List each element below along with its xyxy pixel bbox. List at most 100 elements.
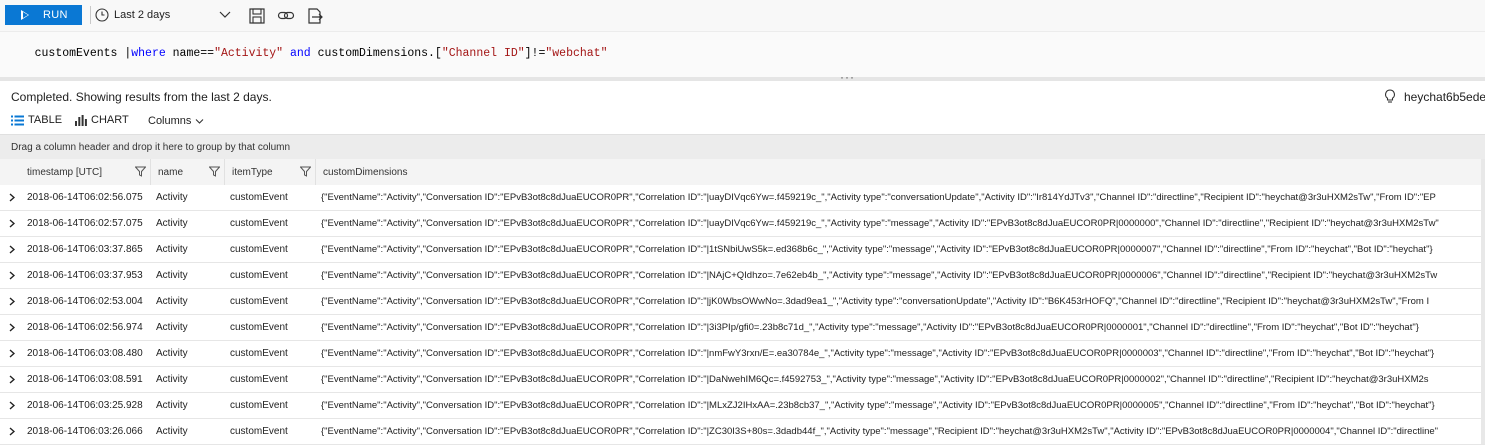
chevron-right-icon[interactable] [9, 297, 15, 306]
cell-name: Activity [156, 218, 188, 229]
run-button[interactable]: RUN [5, 5, 82, 25]
cell-itemtype: customEvent [230, 374, 288, 385]
chevron-right-icon[interactable] [9, 401, 15, 410]
column-header-customdimensions[interactable]: customDimensions [316, 159, 1485, 185]
table-row[interactable]: 2018-06-14T06:03:25.928 Activity customE… [0, 393, 1485, 419]
chevron-down-icon [219, 11, 231, 18]
bar-chart-icon [75, 114, 87, 126]
query-token: customDimensions.[ [310, 47, 442, 60]
table-row[interactable]: 2018-06-14T06:02:56.974 Activity customE… [0, 315, 1485, 341]
table-row[interactable]: 2018-06-14T06:03:08.591 Activity customE… [0, 367, 1485, 393]
column-header-label: timestamp [UTC] [27, 166, 103, 178]
chevron-right-icon[interactable] [9, 375, 15, 384]
column-header-label: customDimensions [323, 166, 408, 178]
resource-name: heychat6b5ede [1404, 89, 1485, 104]
run-button-label: RUN [43, 9, 68, 21]
column-header-itemtype[interactable]: itemType [225, 159, 316, 185]
tab-table-label: TABLE [28, 114, 63, 126]
cell-customdimensions: {"EventName":"Activity","Conversation ID… [321, 244, 1433, 255]
query-string: "webchat" [545, 47, 608, 60]
query-token: customEvents | [34, 47, 132, 60]
cell-itemtype: customEvent [230, 322, 288, 333]
time-range-value: Last 2 days [114, 9, 171, 21]
cell-customdimensions: {"EventName":"Activity","Conversation ID… [321, 400, 1435, 411]
cell-name: Activity [156, 400, 188, 411]
chevron-right-icon[interactable] [9, 219, 15, 228]
cell-customdimensions: {"EventName":"Activity","Conversation ID… [321, 426, 1439, 437]
chevron-right-icon[interactable] [9, 427, 15, 436]
editor-resize-splitter[interactable] [0, 77, 1485, 81]
play-icon [21, 10, 29, 20]
clock-icon [95, 8, 109, 22]
query-token [283, 47, 290, 60]
filter-icon[interactable] [209, 166, 220, 177]
cell-itemtype: customEvent [230, 270, 288, 281]
chevron-right-icon[interactable] [9, 349, 15, 358]
cell-itemtype: customEvent [230, 218, 288, 229]
column-header-label: itemType [232, 166, 273, 178]
cell-timestamp: 2018-06-14T06:03:08.480 [27, 348, 143, 359]
table-row[interactable]: 2018-06-14T06:02:57.075 Activity customE… [0, 211, 1485, 237]
cell-timestamp: 2018-06-14T06:02:56.075 [27, 192, 143, 203]
cell-timestamp: 2018-06-14T06:02:56.974 [27, 322, 143, 333]
table-row[interactable]: 2018-06-14T06:03:08.480 Activity customE… [0, 341, 1485, 367]
chevron-right-icon[interactable] [9, 271, 15, 280]
resource-indicator[interactable]: heychat6b5ede [1384, 89, 1485, 104]
query-keyword: where [131, 47, 166, 60]
cell-customdimensions: {"EventName":"Activity","Conversation ID… [321, 218, 1439, 229]
chevron-right-icon[interactable] [9, 193, 15, 202]
cell-itemtype: customEvent [230, 400, 288, 411]
table-row[interactable]: 2018-06-14T06:03:26.066 Activity customE… [0, 419, 1485, 445]
cell-timestamp: 2018-06-14T06:02:57.075 [27, 218, 143, 229]
query-keyword: and [289, 47, 311, 60]
link-icon[interactable] [277, 7, 295, 25]
cell-name: Activity [156, 192, 188, 203]
table-icon [11, 115, 24, 125]
group-by-drop-zone[interactable]: Drag a column header and drop it here to… [0, 134, 1485, 160]
cell-timestamp: 2018-06-14T06:02:53.004 [27, 296, 143, 307]
cell-customdimensions: {"EventName":"Activity","Conversation ID… [321, 374, 1429, 385]
lightbulb-icon [1385, 89, 1395, 103]
save-icon[interactable] [248, 7, 266, 25]
query-editor[interactable]: customEvents |where name=="Activity" and… [0, 31, 1485, 78]
table-row[interactable]: 2018-06-14T06:03:37.953 Activity customE… [0, 263, 1485, 289]
table-row[interactable]: 2018-06-14T06:03:37.865 Activity customE… [0, 237, 1485, 263]
column-header-name[interactable]: name [151, 159, 225, 185]
cell-timestamp: 2018-06-14T06:03:25.928 [27, 400, 143, 411]
query-text[interactable]: customEvents |where name=="Activity" and… [7, 34, 608, 73]
query-token: ]!= [524, 47, 546, 60]
columns-dropdown[interactable]: Columns [148, 115, 204, 127]
column-header-timestamp[interactable]: timestamp [UTC] [20, 159, 151, 185]
tab-table[interactable]: TABLE [11, 114, 62, 126]
cell-itemtype: customEvent [230, 296, 288, 307]
resize-grip-icon[interactable]: ··· [840, 70, 855, 84]
cell-customdimensions: {"EventName":"Activity","Conversation ID… [321, 296, 1430, 307]
horizontal-scroll-edge[interactable] [1481, 159, 1485, 444]
cell-name: Activity [156, 244, 188, 255]
cell-customdimensions: {"EventName":"Activity","Conversation ID… [321, 322, 1419, 333]
table-row[interactable]: 2018-06-14T06:02:53.004 Activity customE… [0, 289, 1485, 315]
cell-name: Activity [156, 296, 188, 307]
filter-icon[interactable] [300, 166, 311, 177]
chevron-right-icon[interactable] [9, 245, 15, 254]
filter-icon[interactable] [135, 166, 146, 177]
table-row[interactable]: 2018-06-14T06:02:56.075 Activity customE… [0, 185, 1485, 211]
cell-name: Activity [156, 322, 188, 333]
cell-itemtype: customEvent [230, 426, 288, 437]
cell-customdimensions: {"EventName":"Activity","Conversation ID… [321, 348, 1435, 359]
chevron-down-icon [196, 118, 204, 124]
cell-itemtype: customEvent [230, 244, 288, 255]
export-icon[interactable] [306, 7, 324, 25]
chevron-right-icon[interactable] [9, 323, 15, 332]
tab-chart[interactable]: CHART [75, 114, 129, 126]
cell-timestamp: 2018-06-14T06:03:37.953 [27, 270, 143, 281]
column-header-label: name [158, 166, 184, 178]
query-string: "Channel ID" [441, 47, 525, 60]
cell-name: Activity [156, 426, 188, 437]
cell-name: Activity [156, 348, 188, 359]
results-status: Completed. Showing results from the last… [11, 90, 272, 104]
cell-customdimensions: {"EventName":"Activity","Conversation ID… [321, 270, 1438, 281]
results-grid-header: timestamp [UTC] name itemType customDime… [0, 159, 1485, 186]
columns-label: Columns [148, 115, 192, 127]
time-range-dropdown[interactable]: Last 2 days [95, 5, 235, 25]
